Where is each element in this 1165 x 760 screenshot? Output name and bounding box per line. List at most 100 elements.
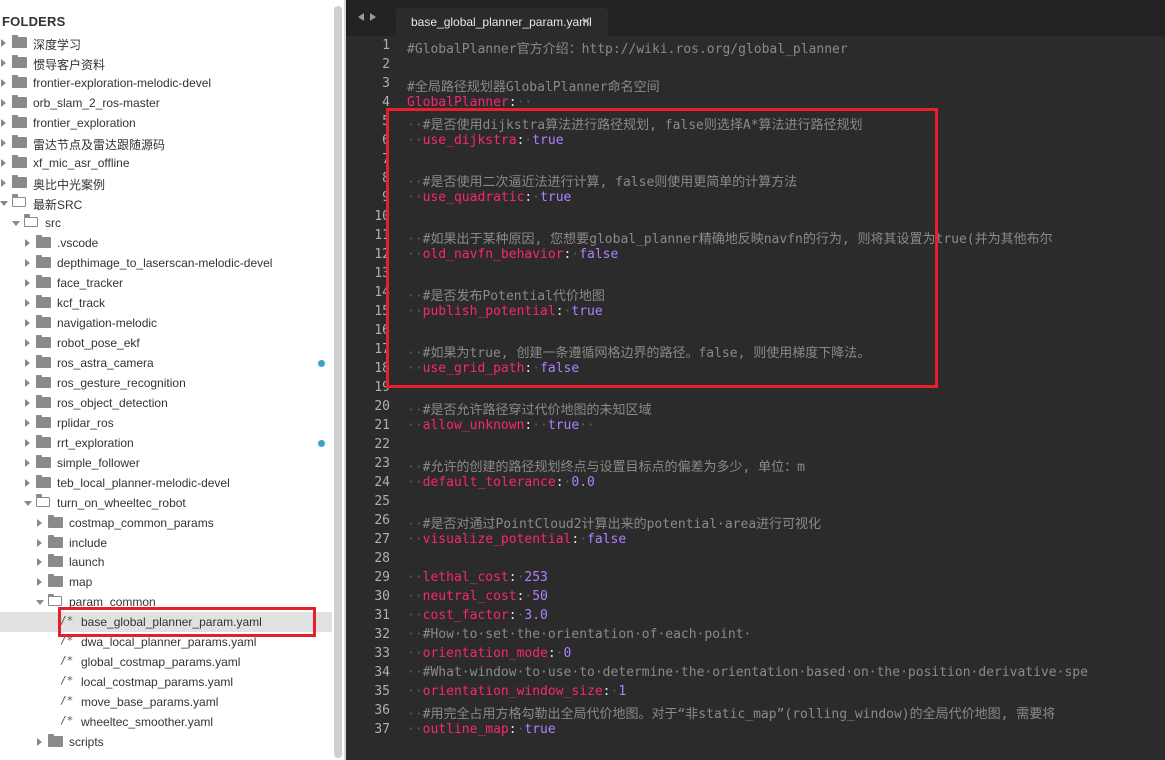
disclosure-open-icon[interactable] — [12, 220, 20, 226]
folder-item[interactable]: ros_astra_camera — [0, 353, 332, 373]
folder-item[interactable]: 深度学习 — [0, 33, 332, 53]
folder-item[interactable]: launch — [0, 552, 332, 572]
disclosure-closed-icon[interactable] — [1, 39, 6, 47]
folder-item[interactable]: depthimage_to_laserscan-melodic-devel — [0, 253, 332, 273]
disclosure-open-icon[interactable] — [24, 500, 32, 506]
tree-item-label: wheeltec_smoother.yaml — [81, 715, 214, 730]
code-line: ··cost_factor:·3.0 — [407, 608, 548, 623]
folder-open-icon — [35, 494, 50, 507]
folder-item[interactable]: rplidar_ros — [0, 413, 332, 433]
disclosure-closed-icon[interactable] — [25, 278, 30, 287]
disclosure-closed-icon[interactable] — [25, 318, 30, 327]
folder-icon — [12, 94, 27, 108]
disclosure-closed-icon[interactable] — [25, 418, 30, 427]
modified-dot-icon — [318, 439, 325, 447]
close-icon[interactable]: × — [581, 14, 591, 28]
disclosure-closed-icon[interactable] — [1, 58, 6, 67]
folder-item[interactable]: frontier_exploration — [0, 113, 332, 133]
disclosure-open-icon[interactable] — [0, 200, 8, 206]
disclosure-closed-icon[interactable] — [25, 338, 30, 347]
folder-icon — [12, 154, 27, 168]
disclosure-closed-icon[interactable] — [25, 358, 30, 367]
folder-item[interactable]: turn_on_wheeltec_robot — [0, 493, 332, 513]
folder-item[interactable]: robot_pose_ekf — [0, 333, 332, 353]
disclosure-closed-icon[interactable] — [25, 398, 30, 407]
folder-item[interactable]: 雷达节点及雷达跟随源码 — [0, 133, 332, 153]
disclosure-closed-icon[interactable] — [37, 738, 42, 747]
code-token: 3.0 — [524, 608, 548, 623]
folder-icon — [36, 374, 51, 388]
disclosure-closed-icon[interactable] — [25, 258, 30, 267]
tree-item-label: navigation-melodic — [57, 315, 158, 330]
file-item[interactable]: /* wheeltec_smoother.yaml — [0, 712, 332, 732]
tree-item-label: 惯导客户资料 — [33, 57, 106, 72]
file-code-icon: /* — [60, 654, 74, 668]
folder-icon — [48, 734, 63, 748]
folder-item[interactable]: simple_follower — [0, 453, 332, 473]
file-item[interactable]: /* local_costmap_params.yaml — [0, 672, 332, 692]
folder-item[interactable]: include — [0, 533, 332, 553]
code-token: #用完全占用方格勾勒出全局代价地图。对于“非static_map”(rollin… — [422, 707, 1056, 722]
folder-item[interactable]: navigation-melodic — [0, 313, 332, 333]
folder-item[interactable]: ros_object_detection — [0, 393, 332, 413]
tab-base-global-planner-param[interactable]: base_global_planner_param.yaml × — [396, 8, 608, 36]
folder-item[interactable]: src — [0, 213, 332, 233]
tree-item-label: dwa_local_planner_params.yaml — [81, 635, 257, 650]
disclosure-closed-icon[interactable] — [1, 98, 6, 107]
folder-item[interactable]: costmap_common_params — [0, 513, 332, 533]
disclosure-closed-icon[interactable] — [25, 298, 30, 307]
folder-item[interactable]: face_tracker — [0, 273, 332, 293]
line-number: 14 — [374, 285, 390, 300]
disclosure-closed-icon[interactable] — [1, 78, 6, 87]
folder-item[interactable]: teb_local_planner-melodic-devel — [0, 473, 332, 493]
tab-scroll-left-icon[interactable] — [358, 13, 364, 21]
folder-item[interactable]: 奥比中光案例 — [0, 173, 332, 193]
tab-scroll-right-icon[interactable] — [370, 13, 376, 21]
disclosure-open-icon[interactable] — [36, 600, 44, 606]
folder-item[interactable]: ros_gesture_recognition — [0, 373, 332, 393]
folder-icon — [36, 294, 51, 308]
sidebar-scrollbar[interactable] — [334, 6, 342, 758]
disclosure-closed-icon[interactable] — [1, 158, 6, 167]
sidebar: FOLDERS 深度学习 惯导客户资料 frontier-exploration-m… — [0, 0, 332, 760]
tree-item-label: depthimage_to_laserscan-melodic-devel — [57, 255, 273, 270]
red-highlight-box-code — [386, 108, 938, 388]
disclosure-closed-icon[interactable] — [37, 558, 42, 567]
line-number: 18 — [374, 361, 390, 376]
code-token: : — [508, 722, 517, 737]
disclosure-closed-icon[interactable] — [1, 138, 6, 147]
disclosure-closed-icon[interactable] — [25, 238, 30, 247]
tree-item-label: move_base_params.yaml — [81, 695, 219, 710]
disclosure-closed-icon[interactable] — [25, 378, 30, 387]
disclosure-closed-icon[interactable] — [1, 178, 6, 187]
file-item[interactable]: /* move_base_params.yaml — [0, 692, 332, 712]
line-number: 16 — [374, 323, 390, 338]
folder-item[interactable]: rrt_exploration — [0, 433, 332, 453]
disclosure-closed-icon[interactable] — [37, 578, 42, 587]
folder-item[interactable]: frontier-exploration-melodic-devel — [0, 73, 332, 93]
disclosure-closed-icon[interactable] — [25, 458, 30, 467]
code-line: ··lethal_cost:·253 — [407, 570, 548, 585]
folder-item[interactable]: xf_mic_asr_offline — [0, 153, 332, 173]
folder-item[interactable]: .vscode — [0, 233, 332, 253]
disclosure-closed-icon[interactable] — [37, 538, 42, 547]
disclosure-closed-icon[interactable] — [25, 478, 30, 487]
file-item[interactable]: /* global_costmap_params.yaml — [0, 652, 332, 672]
tree-item-label: simple_follower — [57, 455, 140, 470]
code-token: lethal_cost — [422, 570, 509, 585]
folder-item[interactable]: kcf_track — [0, 293, 332, 313]
line-number: 1 — [382, 38, 390, 53]
line-number: 32 — [374, 627, 390, 642]
folder-item[interactable]: 惯导客户资料 — [0, 53, 332, 73]
folder-item[interactable]: 最新SRC — [0, 193, 332, 213]
code-token: 50 — [532, 589, 548, 604]
disclosure-closed-icon[interactable] — [25, 438, 30, 447]
tab-label: base_global_planner_param.yaml — [411, 15, 592, 29]
disclosure-closed-icon[interactable] — [37, 518, 42, 527]
folder-item[interactable]: orb_slam_2_ros-master — [0, 93, 332, 113]
folder-item[interactable]: map — [0, 572, 332, 592]
code-token: ·· — [407, 627, 423, 642]
disclosure-closed-icon[interactable] — [1, 118, 6, 127]
folder-item[interactable]: scripts — [0, 732, 332, 752]
code-token: : — [547, 646, 556, 661]
